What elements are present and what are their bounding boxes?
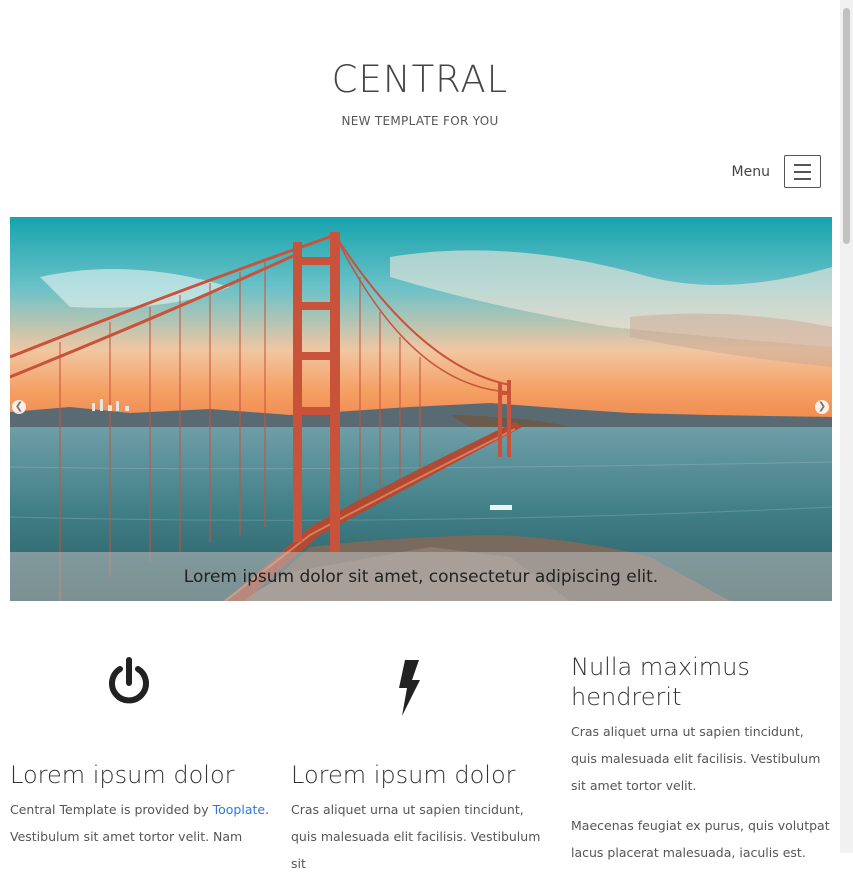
- hamburger-icon-line: [794, 177, 811, 180]
- scrollbar-thumb[interactable]: [843, 8, 850, 244]
- hero-caption: Lorem ipsum dolor sit amet, consectetur …: [10, 552, 832, 601]
- feature-column-3: Nulla maximus hendrerit Cras aliquet urn…: [571, 652, 833, 866]
- feature-text-1: Central Template is provided by Tooplate…: [10, 796, 280, 850]
- menu-label: Menu: [731, 163, 770, 180]
- feature-text-3b: Maecenas feugiat ex purus, quis volutpat…: [571, 818, 830, 860]
- feature-text-1-start: Central Template is provided by: [10, 802, 213, 817]
- chevron-left-icon[interactable]: ❮: [12, 400, 26, 414]
- tooplate-link[interactable]: Tooplate: [213, 802, 265, 817]
- feature-heading-3: Nulla maximus hendrerit: [571, 653, 750, 711]
- page-scrollbar[interactable]: [840, 0, 853, 853]
- hamburger-icon-line: [794, 170, 811, 173]
- feature-heading-2: Lorem ipsum dolor: [291, 761, 516, 789]
- hamburger-icon: [794, 163, 811, 166]
- hero-carousel[interactable]: ❮ ❯ Lorem ipsum dolor sit amet, consecte…: [10, 217, 832, 601]
- menu-toggle-button[interactable]: [784, 155, 821, 188]
- chevron-right-icon[interactable]: ❯: [815, 400, 829, 414]
- lightning-icon: [399, 660, 420, 716]
- power-icon: [109, 657, 149, 704]
- hero-image: [10, 217, 832, 601]
- site-tagline: NEW TEMPLATE FOR YOU: [341, 114, 499, 128]
- menu-area: Menu: [732, 155, 821, 188]
- feature-heading-1: Lorem ipsum dolor: [10, 761, 235, 789]
- site-title: CENTRAL: [331, 58, 509, 101]
- feature-text-3a: Cras aliquet urna ut sapien tincidunt, q…: [571, 724, 821, 793]
- feature-text-2: Cras aliquet urna ut sapien tincidunt, q…: [291, 802, 541, 871]
